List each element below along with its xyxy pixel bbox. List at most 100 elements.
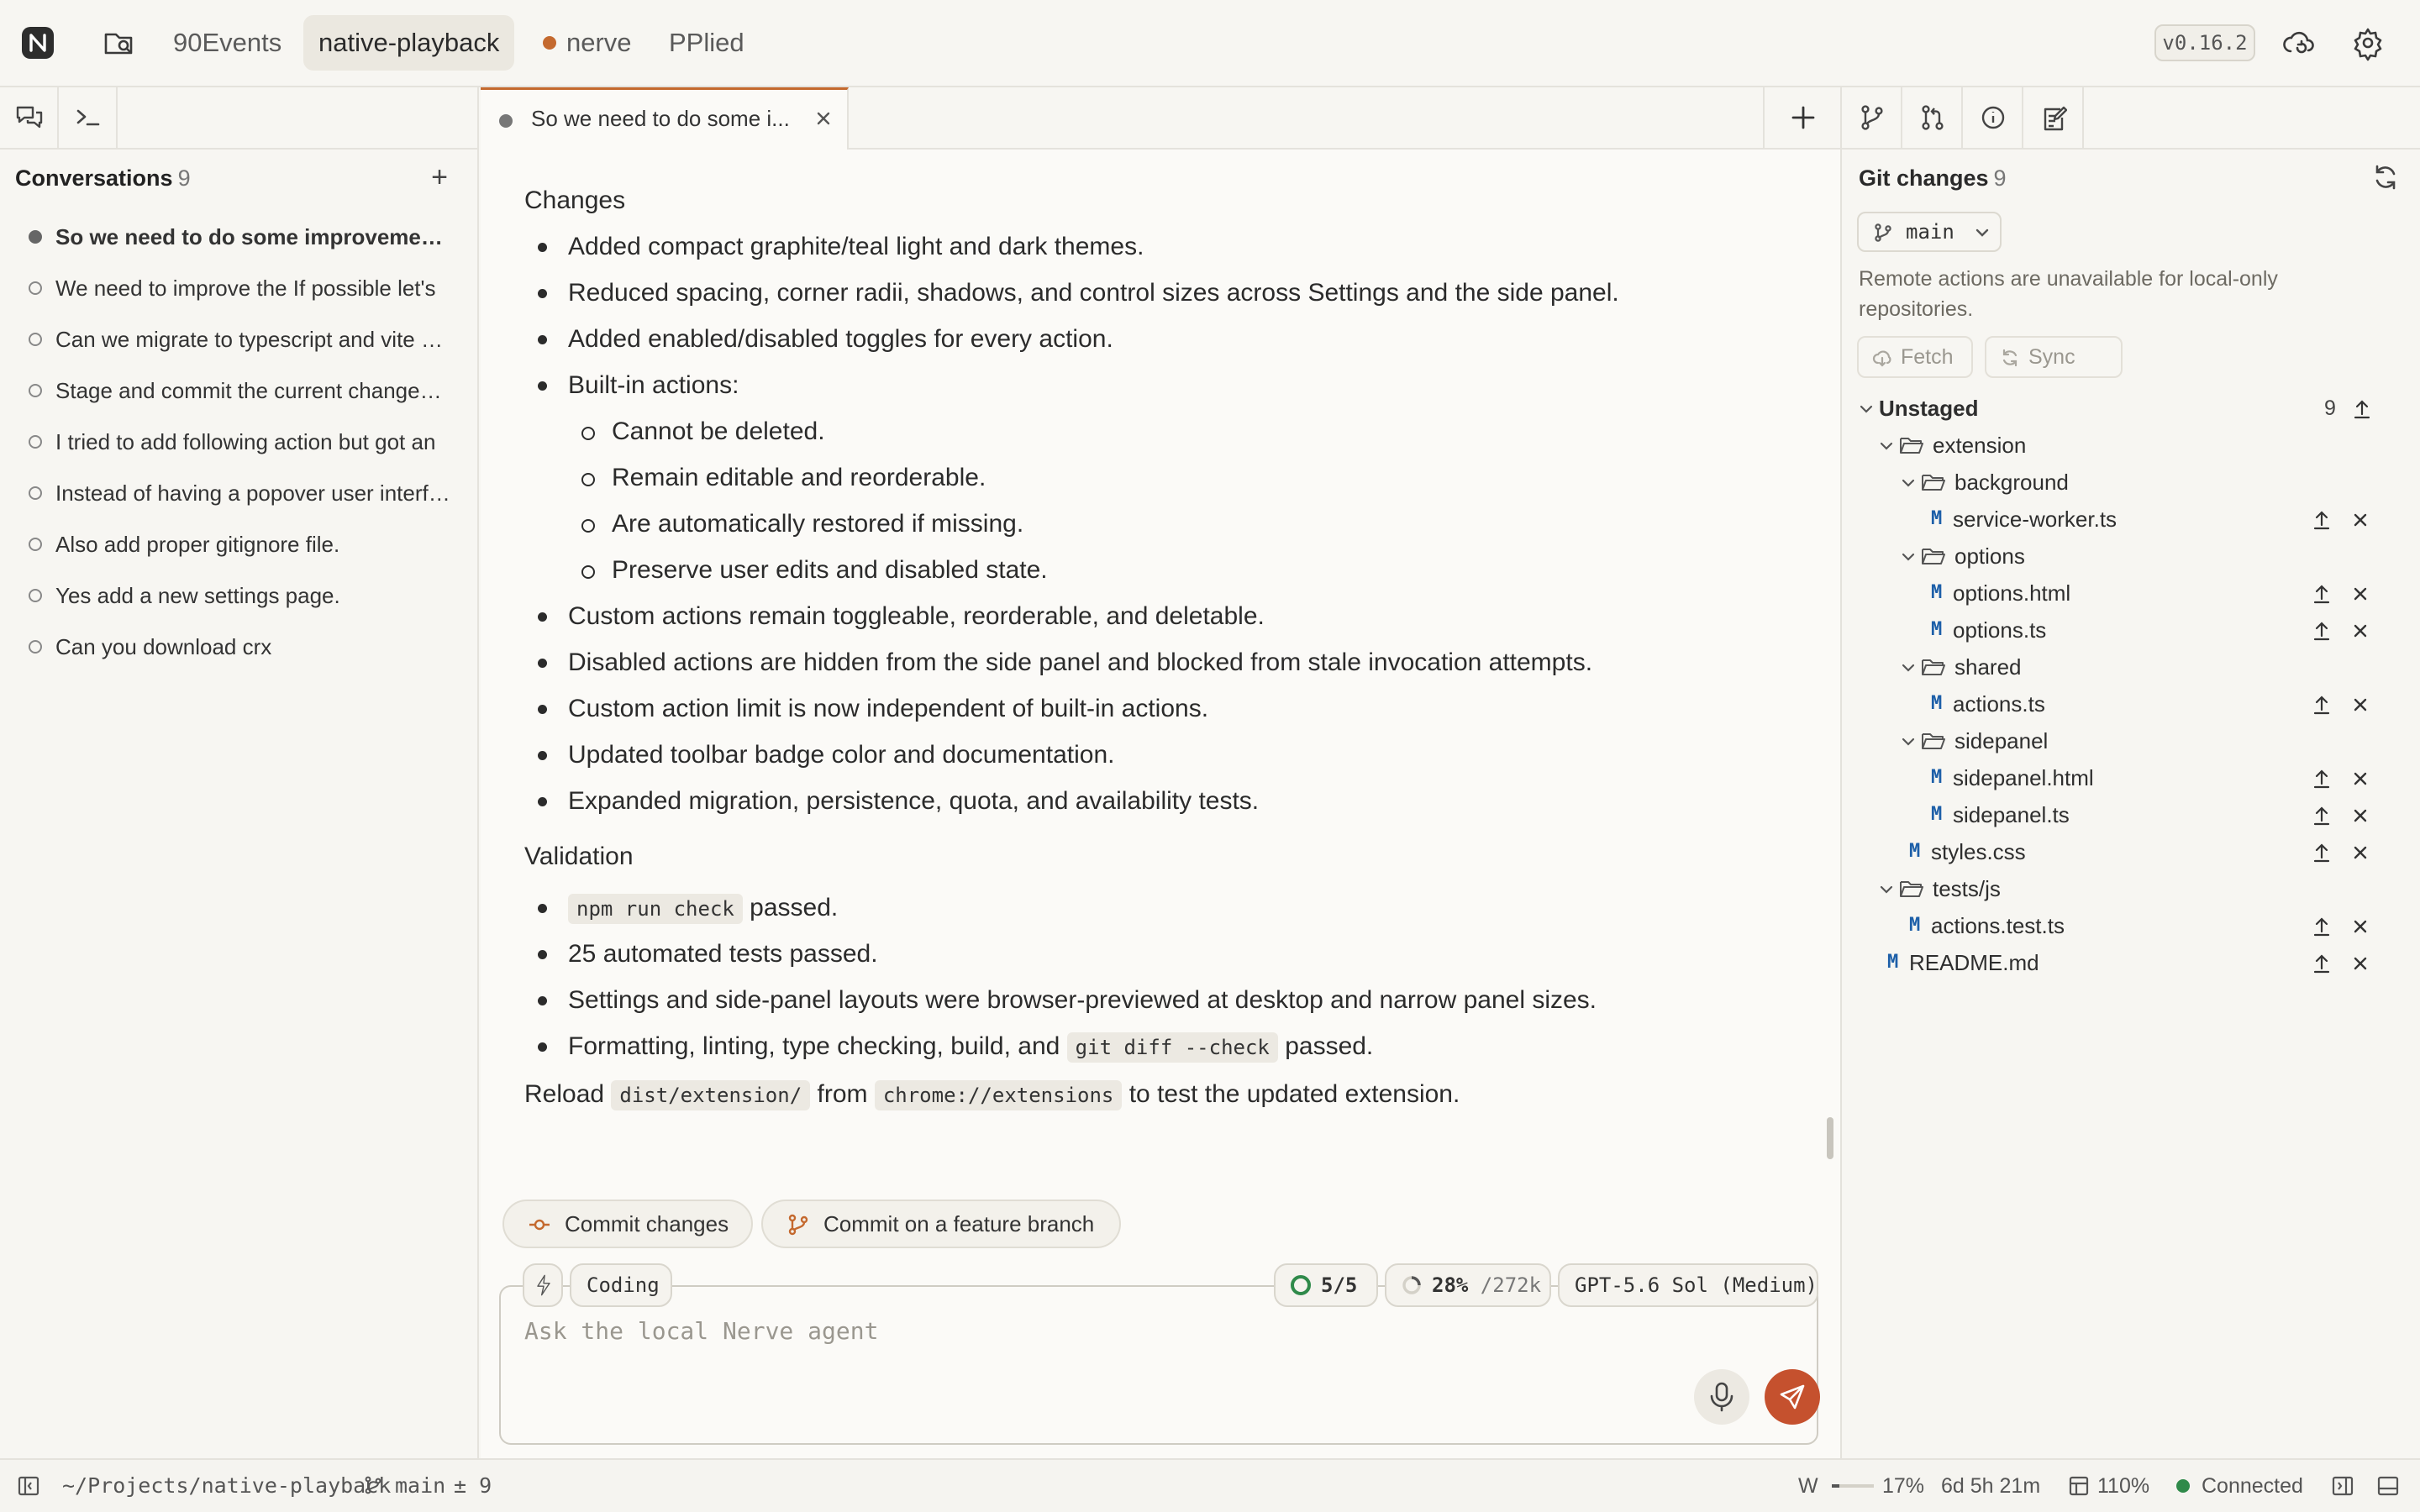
tree-folder[interactable]: options xyxy=(1842,538,2420,575)
discard-changes-icon[interactable] xyxy=(2353,808,2368,823)
discard-changes-icon[interactable] xyxy=(2353,586,2368,601)
new-conversation-button[interactable]: + xyxy=(427,163,452,193)
discard-changes-icon[interactable] xyxy=(2353,845,2368,860)
lightning-icon xyxy=(537,1274,550,1296)
conversation-item[interactable]: Can we migrate to typescript and vite an… xyxy=(0,314,477,365)
toggle-bottom-panel-icon[interactable] xyxy=(2376,1474,2400,1498)
refresh-icon[interactable] xyxy=(2371,163,2400,192)
tree-folder[interactable]: tests/js xyxy=(1842,870,2420,907)
conversation-item[interactable]: So we need to do some improvements, and … xyxy=(0,212,477,263)
tab-info[interactable] xyxy=(1963,87,2023,148)
discard-changes-icon[interactable] xyxy=(2353,623,2368,638)
modified-status: M xyxy=(1887,952,1899,973)
sync-button[interactable]: Sync xyxy=(1985,336,2123,378)
tree-file[interactable]: Mactions.ts xyxy=(1842,685,2420,722)
folder-name: options xyxy=(1954,543,2025,569)
file-name: options.ts xyxy=(1953,617,2047,643)
open-folder-search-icon[interactable] xyxy=(101,24,138,61)
stage-file-icon[interactable] xyxy=(2312,510,2331,530)
project-tab-pplied[interactable]: PPlied xyxy=(654,15,760,71)
model-selector[interactable]: GPT-5.6 Sol (Medium) xyxy=(1558,1263,1818,1307)
conversation-item[interactable]: Yes add a new settings page. xyxy=(0,570,477,622)
session-status-dot xyxy=(499,114,513,128)
scrollbar-thumb[interactable] xyxy=(1827,1117,1833,1159)
send-icon xyxy=(1780,1384,1805,1410)
tree-file[interactable]: Msidepanel.html xyxy=(1842,759,2420,796)
chevron-down-icon xyxy=(1880,442,1893,450)
current-branch[interactable]: main xyxy=(395,1460,445,1512)
tab-conversations[interactable] xyxy=(0,87,59,148)
tab-notes[interactable] xyxy=(2023,87,2084,148)
tree-folder[interactable]: sidepanel xyxy=(1842,722,2420,759)
commit-changes-button[interactable]: Commit changes xyxy=(502,1200,753,1248)
list-item: 25 automated tests passed. xyxy=(524,931,1802,977)
stage-all-icon[interactable] xyxy=(2353,399,2371,419)
tree-file[interactable]: Mactions.test.ts xyxy=(1842,907,2420,944)
tree-folder[interactable]: background xyxy=(1842,464,2420,501)
discard-changes-icon[interactable] xyxy=(2353,771,2368,786)
stage-file-icon[interactable] xyxy=(2312,584,2331,604)
tab-terminal[interactable] xyxy=(59,87,118,148)
stage-file-icon[interactable] xyxy=(2312,806,2331,826)
toggle-right-panel-icon[interactable] xyxy=(2331,1474,2354,1498)
tab-git-changes[interactable] xyxy=(1842,87,1902,148)
conversation-item[interactable]: Instead of having a popover user interfa… xyxy=(0,468,477,519)
conversation-item[interactable]: Can you download crx xyxy=(0,622,477,673)
discard-changes-icon[interactable] xyxy=(2353,697,2368,712)
tasks-status-pill[interactable]: 5/5 xyxy=(1274,1263,1378,1307)
discard-changes-icon[interactable] xyxy=(2353,956,2368,971)
tree-file[interactable]: Msidepanel.ts xyxy=(1842,796,2420,833)
zoom-level[interactable]: 110% xyxy=(2097,1460,2149,1512)
chevron-down-icon xyxy=(1902,479,1915,487)
git-panel: Git changes 9 main Remote actions are una… xyxy=(1840,87,2420,1458)
discard-changes-icon[interactable] xyxy=(2353,919,2368,934)
new-tab-button[interactable] xyxy=(1763,87,1840,148)
settings-gear-icon[interactable] xyxy=(2349,24,2386,61)
stage-file-icon[interactable] xyxy=(2312,843,2331,863)
stage-file-icon[interactable] xyxy=(2312,916,2331,937)
stage-file-icon[interactable] xyxy=(2312,953,2331,974)
chevron-down-icon xyxy=(1902,738,1915,746)
project-tab-nerve[interactable]: nerve xyxy=(528,15,647,71)
tree-file[interactable]: Mservice-worker.ts xyxy=(1842,501,2420,538)
unstaged-section-header[interactable]: Unstaged 9 xyxy=(1842,390,2420,427)
project-tab-native-playback[interactable]: native-playback xyxy=(303,15,515,71)
conversations-sidebar: Conversations 9 + So we need to do some i… xyxy=(0,87,479,1458)
list-item: Are automatically restored if missing. xyxy=(524,501,1802,547)
tree-file[interactable]: Moptions.html xyxy=(1842,575,2420,612)
stage-file-icon[interactable] xyxy=(2312,621,2331,641)
voice-input-button[interactable] xyxy=(1694,1369,1749,1425)
zoom-icon xyxy=(2069,1476,2089,1496)
commit-feature-branch-button[interactable]: Commit on a feature branch xyxy=(761,1200,1121,1248)
stage-file-icon[interactable] xyxy=(2312,695,2331,715)
send-button[interactable] xyxy=(1765,1369,1820,1425)
quick-actions-button[interactable] xyxy=(523,1263,563,1307)
project-tab-90events[interactable]: 90Events xyxy=(158,15,297,71)
tree-folder[interactable]: shared xyxy=(1842,648,2420,685)
message-input[interactable]: Ask the local Nerve agent xyxy=(524,1317,878,1345)
conversation-item[interactable]: I tried to add following action but got … xyxy=(0,417,477,468)
tree-file[interactable]: Mstyles.css xyxy=(1842,833,2420,870)
cloud-download-icon xyxy=(1872,350,1891,367)
context-usage-pill[interactable]: 28% /272k xyxy=(1385,1263,1551,1307)
toggle-sidebar-icon[interactable] xyxy=(17,1474,40,1498)
discard-changes-icon[interactable] xyxy=(2353,512,2368,528)
cloud-sync-icon[interactable] xyxy=(2281,24,2317,61)
conversation-item[interactable]: Stage and commit the current changes and xyxy=(0,365,477,417)
fetch-button[interactable]: Fetch xyxy=(1857,336,1973,378)
tree-folder[interactable]: extension xyxy=(1842,427,2420,464)
branch-selector[interactable]: main xyxy=(1857,212,2002,252)
remote-unavailable-note: Remote actions are unavailable for local… xyxy=(1859,267,2278,321)
conversation-item[interactable]: We need to improve the If possible let's xyxy=(0,263,477,314)
mode-selector[interactable]: Coding xyxy=(570,1263,672,1307)
conversation-item[interactable]: Also add proper gitignore file. xyxy=(0,519,477,570)
app-logo-icon[interactable] xyxy=(22,27,54,59)
microphone-icon xyxy=(1710,1382,1733,1412)
tab-chat-session[interactable]: So we need to do some i... xyxy=(481,87,849,150)
tab-pull-requests[interactable] xyxy=(1902,87,1963,148)
close-tab-icon[interactable] xyxy=(812,107,835,130)
stage-file-icon[interactable] xyxy=(2312,769,2331,789)
version-badge: v0.16.2 xyxy=(2154,24,2255,61)
tree-file[interactable]: M README.md xyxy=(1842,944,2420,981)
tree-file[interactable]: Moptions.ts xyxy=(1842,612,2420,648)
